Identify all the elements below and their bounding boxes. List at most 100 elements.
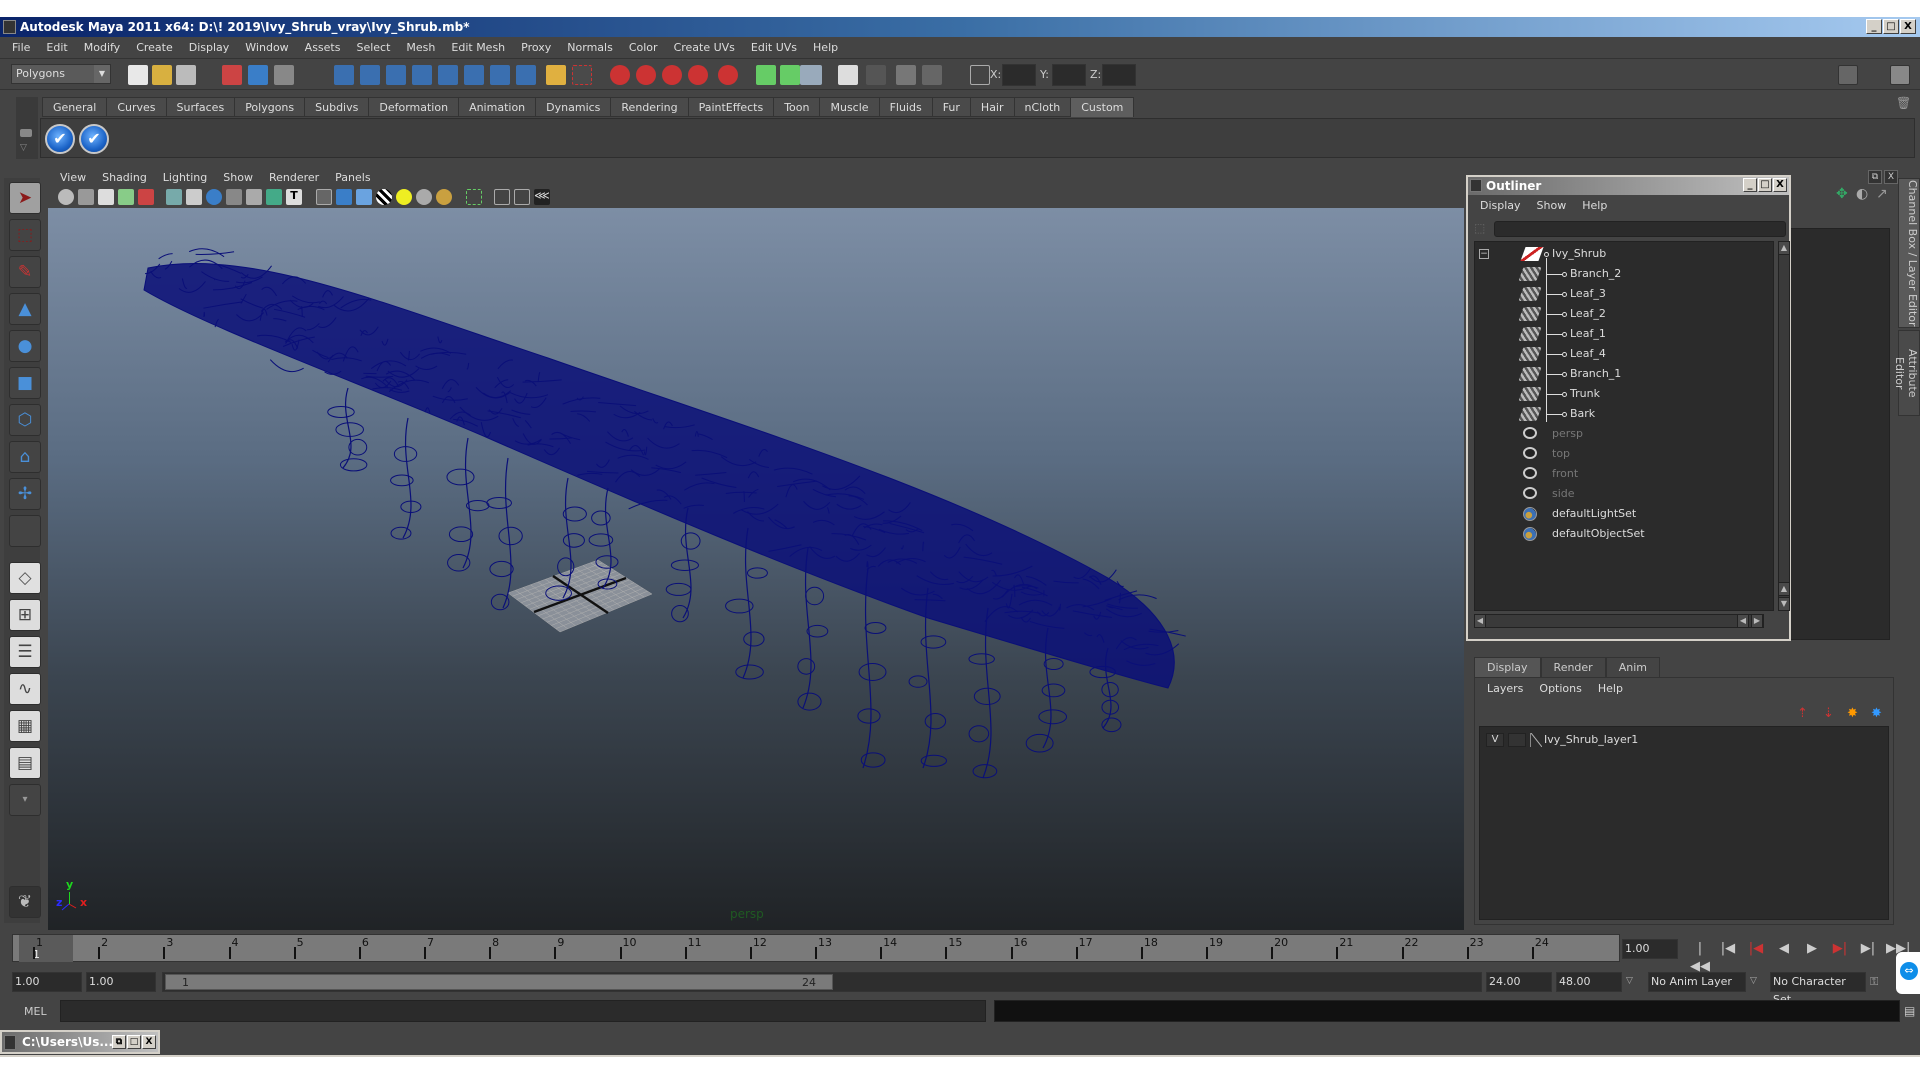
mel-label[interactable]: MEL: [24, 1005, 47, 1018]
outliner-filter-input[interactable]: [1494, 221, 1786, 237]
snap-curve-icon[interactable]: [360, 65, 380, 85]
scroll-right-button[interactable]: ▶: [1751, 614, 1763, 628]
construction-history-icon[interactable]: [636, 65, 656, 85]
outliner-horizontal-scrollbar[interactable]: ◀ ◀ ▶: [1474, 614, 1764, 628]
layer-row[interactable]: V Ivy_Shrub_layer1: [1484, 731, 1884, 749]
show-manipulator-tool[interactable]: ✢: [9, 478, 41, 510]
render-settings-icon[interactable]: [922, 65, 942, 85]
layout-dropdown[interactable]: ▾: [9, 784, 41, 816]
viewport-menu-panels[interactable]: Panels: [327, 171, 378, 184]
layer-menu-help[interactable]: Help: [1590, 682, 1631, 695]
shelf-tab-toon[interactable]: Toon: [774, 97, 821, 117]
step-forward-frame-button[interactable]: ▶|: [1858, 940, 1878, 958]
select-camera-icon[interactable]: [58, 189, 74, 205]
layer-menu-options[interactable]: Options: [1531, 682, 1589, 695]
make-live-icon[interactable]: [688, 65, 708, 85]
absolute-transform-icon[interactable]: [970, 65, 990, 85]
wireframe-on-shaded-icon[interactable]: [356, 189, 372, 205]
image-plane-icon[interactable]: [118, 189, 134, 205]
step-back-key-button[interactable]: |◀: [1746, 940, 1766, 958]
move-layer-up-icon[interactable]: ⇡: [1797, 706, 1808, 721]
perspective-viewport[interactable]: [48, 208, 1464, 930]
outliner-item-default-light-set[interactable]: defaultLightSet: [1475, 504, 1773, 524]
checkmark-button-1[interactable]: ✔: [45, 124, 75, 154]
menu-create[interactable]: Create: [128, 41, 181, 54]
outliner-item-branch-1[interactable]: Branch_1: [1475, 364, 1773, 384]
safe-action-icon[interactable]: [266, 189, 282, 205]
layer-visibility-toggle[interactable]: V: [1486, 733, 1504, 747]
construction-history-toggle-icon[interactable]: [800, 65, 822, 85]
shelf-tab-custom[interactable]: Custom: [1071, 97, 1135, 117]
outliner-item-trunk[interactable]: Trunk: [1475, 384, 1773, 404]
tool-settings-toggle-icon[interactable]: [1866, 65, 1886, 85]
trash-icon[interactable]: 🗑: [1896, 96, 1912, 114]
shelf-tab-ncloth[interactable]: nCloth: [1014, 97, 1072, 117]
smooth-shade-icon[interactable]: [336, 189, 352, 205]
outliner-item-leaf-2[interactable]: Leaf_2: [1475, 304, 1773, 324]
anim-layer-dropdown-icon[interactable]: ▽: [1626, 976, 1633, 986]
reflection-icon[interactable]: [718, 65, 738, 85]
channel-box-arrow-icon[interactable]: ↗: [1876, 186, 1888, 202]
menu-set-dropdown[interactable]: Polygons ▼: [11, 64, 111, 84]
layer-menu-layers[interactable]: Layers: [1479, 682, 1531, 695]
menu-create-uvs[interactable]: Create UVs: [666, 41, 743, 54]
last-tool-slot[interactable]: [9, 515, 41, 547]
shelf-menu-icon[interactable]: [20, 129, 32, 137]
safe-title-icon[interactable]: T: [286, 189, 302, 205]
attribute-editor-toggle-icon[interactable]: [1838, 65, 1858, 85]
rotate-tool[interactable]: ●: [9, 330, 41, 362]
shelf-tab-muscle[interactable]: Muscle: [820, 97, 880, 117]
tab-attribute-editor[interactable]: Attribute Editor: [1893, 330, 1920, 416]
shelf-tab-deformation[interactable]: Deformation: [369, 97, 460, 117]
outliner-vertical-scrollbar[interactable]: ▲ ▲ ▼: [1778, 241, 1790, 611]
channel-box-speed-icon[interactable]: ◐: [1856, 186, 1868, 202]
shelf-tab-rendering[interactable]: Rendering: [611, 97, 689, 117]
grid-toggle-icon[interactable]: [166, 189, 182, 205]
teamviewer-widget[interactable]: ⇔: [1896, 952, 1920, 994]
filter-icon[interactable]: ⬚: [1474, 221, 1490, 237]
xray-joints-icon[interactable]: [514, 189, 530, 205]
minimized-window[interactable]: C:\Users\Us... ⧉ □ X: [0, 1030, 160, 1054]
snap-view-plane-icon[interactable]: [412, 65, 432, 85]
viewport-menu-lighting[interactable]: Lighting: [155, 171, 215, 184]
shelf-tab-animation[interactable]: Animation: [459, 97, 537, 117]
scroll-left-button[interactable]: ◀: [1474, 614, 1486, 628]
wireframe-icon[interactable]: [316, 189, 332, 205]
shelf-tab-polygons[interactable]: Polygons: [235, 97, 306, 117]
scroll-up-button-lower[interactable]: ▲: [1778, 582, 1790, 596]
channel-box-axes-icon[interactable]: ✥: [1836, 186, 1848, 202]
scroll-left-button-right[interactable]: ◀: [1737, 614, 1749, 628]
mel-input[interactable]: [60, 1000, 986, 1022]
tab-channel-box-layer-editor[interactable]: Channel Box / Layer Editor: [1898, 178, 1920, 328]
outliner-item-persp[interactable]: persp: [1475, 424, 1773, 444]
anim-layer-field[interactable]: No Anim Layer: [1648, 972, 1746, 992]
field-chart-icon[interactable]: [246, 189, 262, 205]
outliner-menu-show[interactable]: Show: [1529, 199, 1575, 212]
shelf-tab-dropdown-icon[interactable]: ▽: [20, 143, 27, 153]
menu-proxy[interactable]: Proxy: [513, 41, 559, 54]
maximize-button[interactable]: □: [1883, 19, 1899, 34]
outliner-item-leaf-3[interactable]: Leaf_3: [1475, 284, 1773, 304]
maya-logo-button[interactable]: ❦: [9, 886, 41, 918]
menu-mesh[interactable]: Mesh: [398, 41, 443, 54]
outliner-item-bark[interactable]: Bark: [1475, 404, 1773, 424]
shelf-tab-surfaces[interactable]: Surfaces: [166, 97, 236, 117]
help-icon[interactable]: [516, 65, 536, 85]
step-back-frame-button[interactable]: |◀: [1718, 940, 1738, 958]
input-operations-icon[interactable]: [756, 65, 776, 85]
new-layer-icon[interactable]: ✸: [1847, 706, 1858, 721]
scroll-up-button[interactable]: ▲: [1778, 241, 1790, 255]
bookmarks-icon[interactable]: [98, 189, 114, 205]
resolution-gate-icon[interactable]: [206, 189, 222, 205]
y-field[interactable]: [1052, 64, 1086, 86]
lasso-tool[interactable]: ⬚: [9, 219, 41, 251]
viewport-menu-shading[interactable]: Shading: [94, 171, 155, 184]
close-button[interactable]: X: [142, 1035, 156, 1049]
outliner-item-branch-2[interactable]: Branch_2: [1475, 264, 1773, 284]
shelf-tab-painteffects[interactable]: PaintEffects: [688, 97, 775, 117]
animation-end-field[interactable]: 48.00: [1556, 972, 1622, 992]
minimize-button[interactable]: _: [1866, 19, 1882, 34]
key-icon[interactable]: ⚿: [1870, 975, 1878, 989]
shadows-icon[interactable]: [416, 189, 432, 205]
viewport-menu-view[interactable]: View: [52, 171, 94, 184]
